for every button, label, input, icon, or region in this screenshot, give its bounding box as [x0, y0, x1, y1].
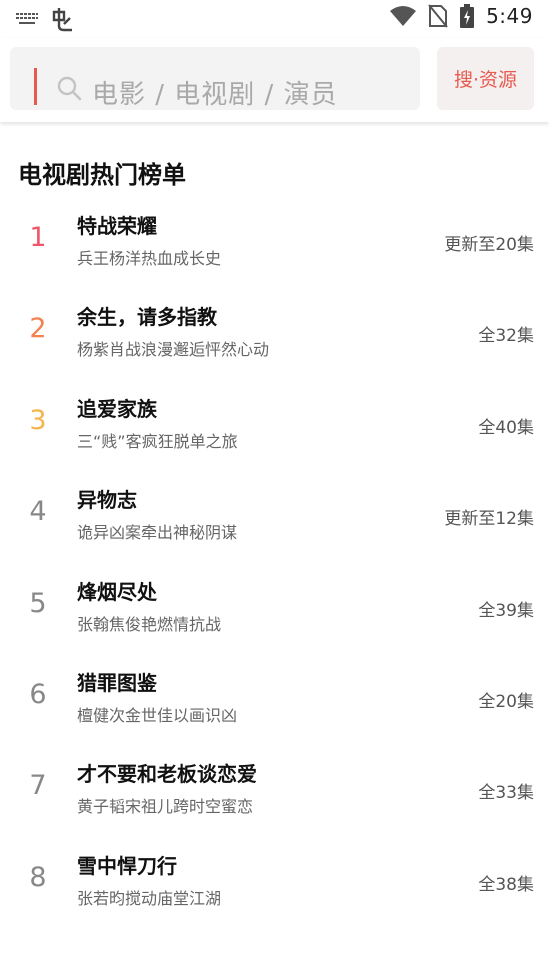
rank-number: 1: [29, 222, 47, 253]
rank-number: 6: [29, 678, 47, 710]
show-description: 三“贱”客疯狂脱单之旅: [77, 431, 238, 451]
status-bar: 5:49: [0, 0, 549, 38]
show-title: 烽烟尽处: [77, 579, 157, 604]
status-bar-right: 5:49: [390, 4, 533, 28]
show-title: 异物志: [77, 488, 137, 513]
list-item[interactable]: 5 烽烟尽处 张翰焦俊艳燃情抗战 全39集: [0, 562, 549, 653]
show-title: 追爱家族: [77, 396, 157, 421]
status-bar-left: [16, 6, 76, 32]
bug-icon: [52, 8, 72, 32]
episode-status: 全20集: [478, 691, 534, 712]
show-description: 杨紫肖战浪漫邂逅怦然心动: [77, 340, 270, 360]
list-item[interactable]: 3 追爱家族 三“贱”客疯狂脱单之旅 全40集: [0, 379, 549, 470]
show-description: 黄子韬宋祖儿跨时空蜜恋: [77, 797, 254, 817]
search-input[interactable]: 电影 / 电视剧 / 演员: [10, 47, 420, 110]
show-title: 才不要和老板谈恋爱: [77, 762, 257, 787]
search-header: 电影 / 电视剧 / 演员 搜·资源: [0, 38, 549, 122]
section-title: 电视剧热门榜单: [18, 161, 186, 189]
episode-status: 更新至12集: [444, 509, 534, 530]
keyboard-icon: [16, 12, 38, 26]
rank-number: 8: [29, 861, 47, 893]
rank-number: 2: [29, 313, 47, 345]
list-item[interactable]: 7 才不要和老板谈恋爱 黄子韬宋祖儿跨时空蜜恋 全33集: [0, 744, 549, 835]
episode-status: 全39集: [478, 600, 534, 621]
rank-number: 5: [29, 587, 47, 619]
show-description: 兵王杨洋热血成长史: [77, 249, 222, 268]
wifi-icon: [390, 6, 417, 26]
show-title: 特战荣耀: [77, 214, 157, 238]
list-item[interactable]: 8 雪中悍刀行 张若昀搅动庙堂江湖 全38集: [0, 836, 549, 927]
episode-status: 全32集: [478, 326, 534, 347]
list-item[interactable]: 6 猎罪图鉴 檀健次金世佳以画识凶 全20集: [0, 653, 549, 744]
show-title: 猎罪图鉴: [77, 670, 157, 695]
show-description: 张若昀搅动庙堂江湖: [77, 888, 222, 908]
episode-status: 全38集: [478, 874, 534, 895]
list-item[interactable]: 4 异物志 诡异凶案牵出神秘阴谋 更新至12集: [0, 470, 549, 561]
search-placeholder: 电影 / 电视剧 / 演员: [92, 80, 338, 110]
rank-list: 1 特战荣耀 兵王杨洋热血成长史 更新至20集 2 余生，请多指教 杨紫肖战浪漫…: [0, 196, 549, 927]
search-resources-button[interactable]: 搜·资源: [437, 47, 534, 110]
battery-charging-icon: [460, 4, 475, 28]
rank-number: 7: [29, 770, 47, 802]
episode-status: 全40集: [478, 417, 534, 438]
show-description: 张翰焦俊艳燃情抗战: [77, 614, 222, 634]
show-description: 檀健次金世佳以画识凶: [77, 705, 238, 725]
episode-status: 全33集: [478, 783, 534, 804]
status-time: 5:49: [486, 4, 533, 28]
show-description: 诡异凶案牵出神秘阴谋: [77, 523, 238, 543]
search-icon: [57, 76, 82, 101]
rank-number: 4: [29, 496, 47, 528]
no-sim-icon: [428, 4, 448, 28]
text-cursor: [34, 68, 37, 105]
episode-status: 更新至20集: [444, 235, 534, 255]
rank-number: 3: [29, 404, 47, 436]
list-item[interactable]: 1 特战荣耀 兵王杨洋热血成长史 更新至20集: [0, 196, 549, 287]
list-item[interactable]: 2 余生，请多指教 杨紫肖战浪漫邂逅怦然心动 全32集: [0, 287, 549, 378]
show-title: 雪中悍刀行: [77, 853, 177, 878]
show-title: 余生，请多指教: [77, 305, 217, 330]
